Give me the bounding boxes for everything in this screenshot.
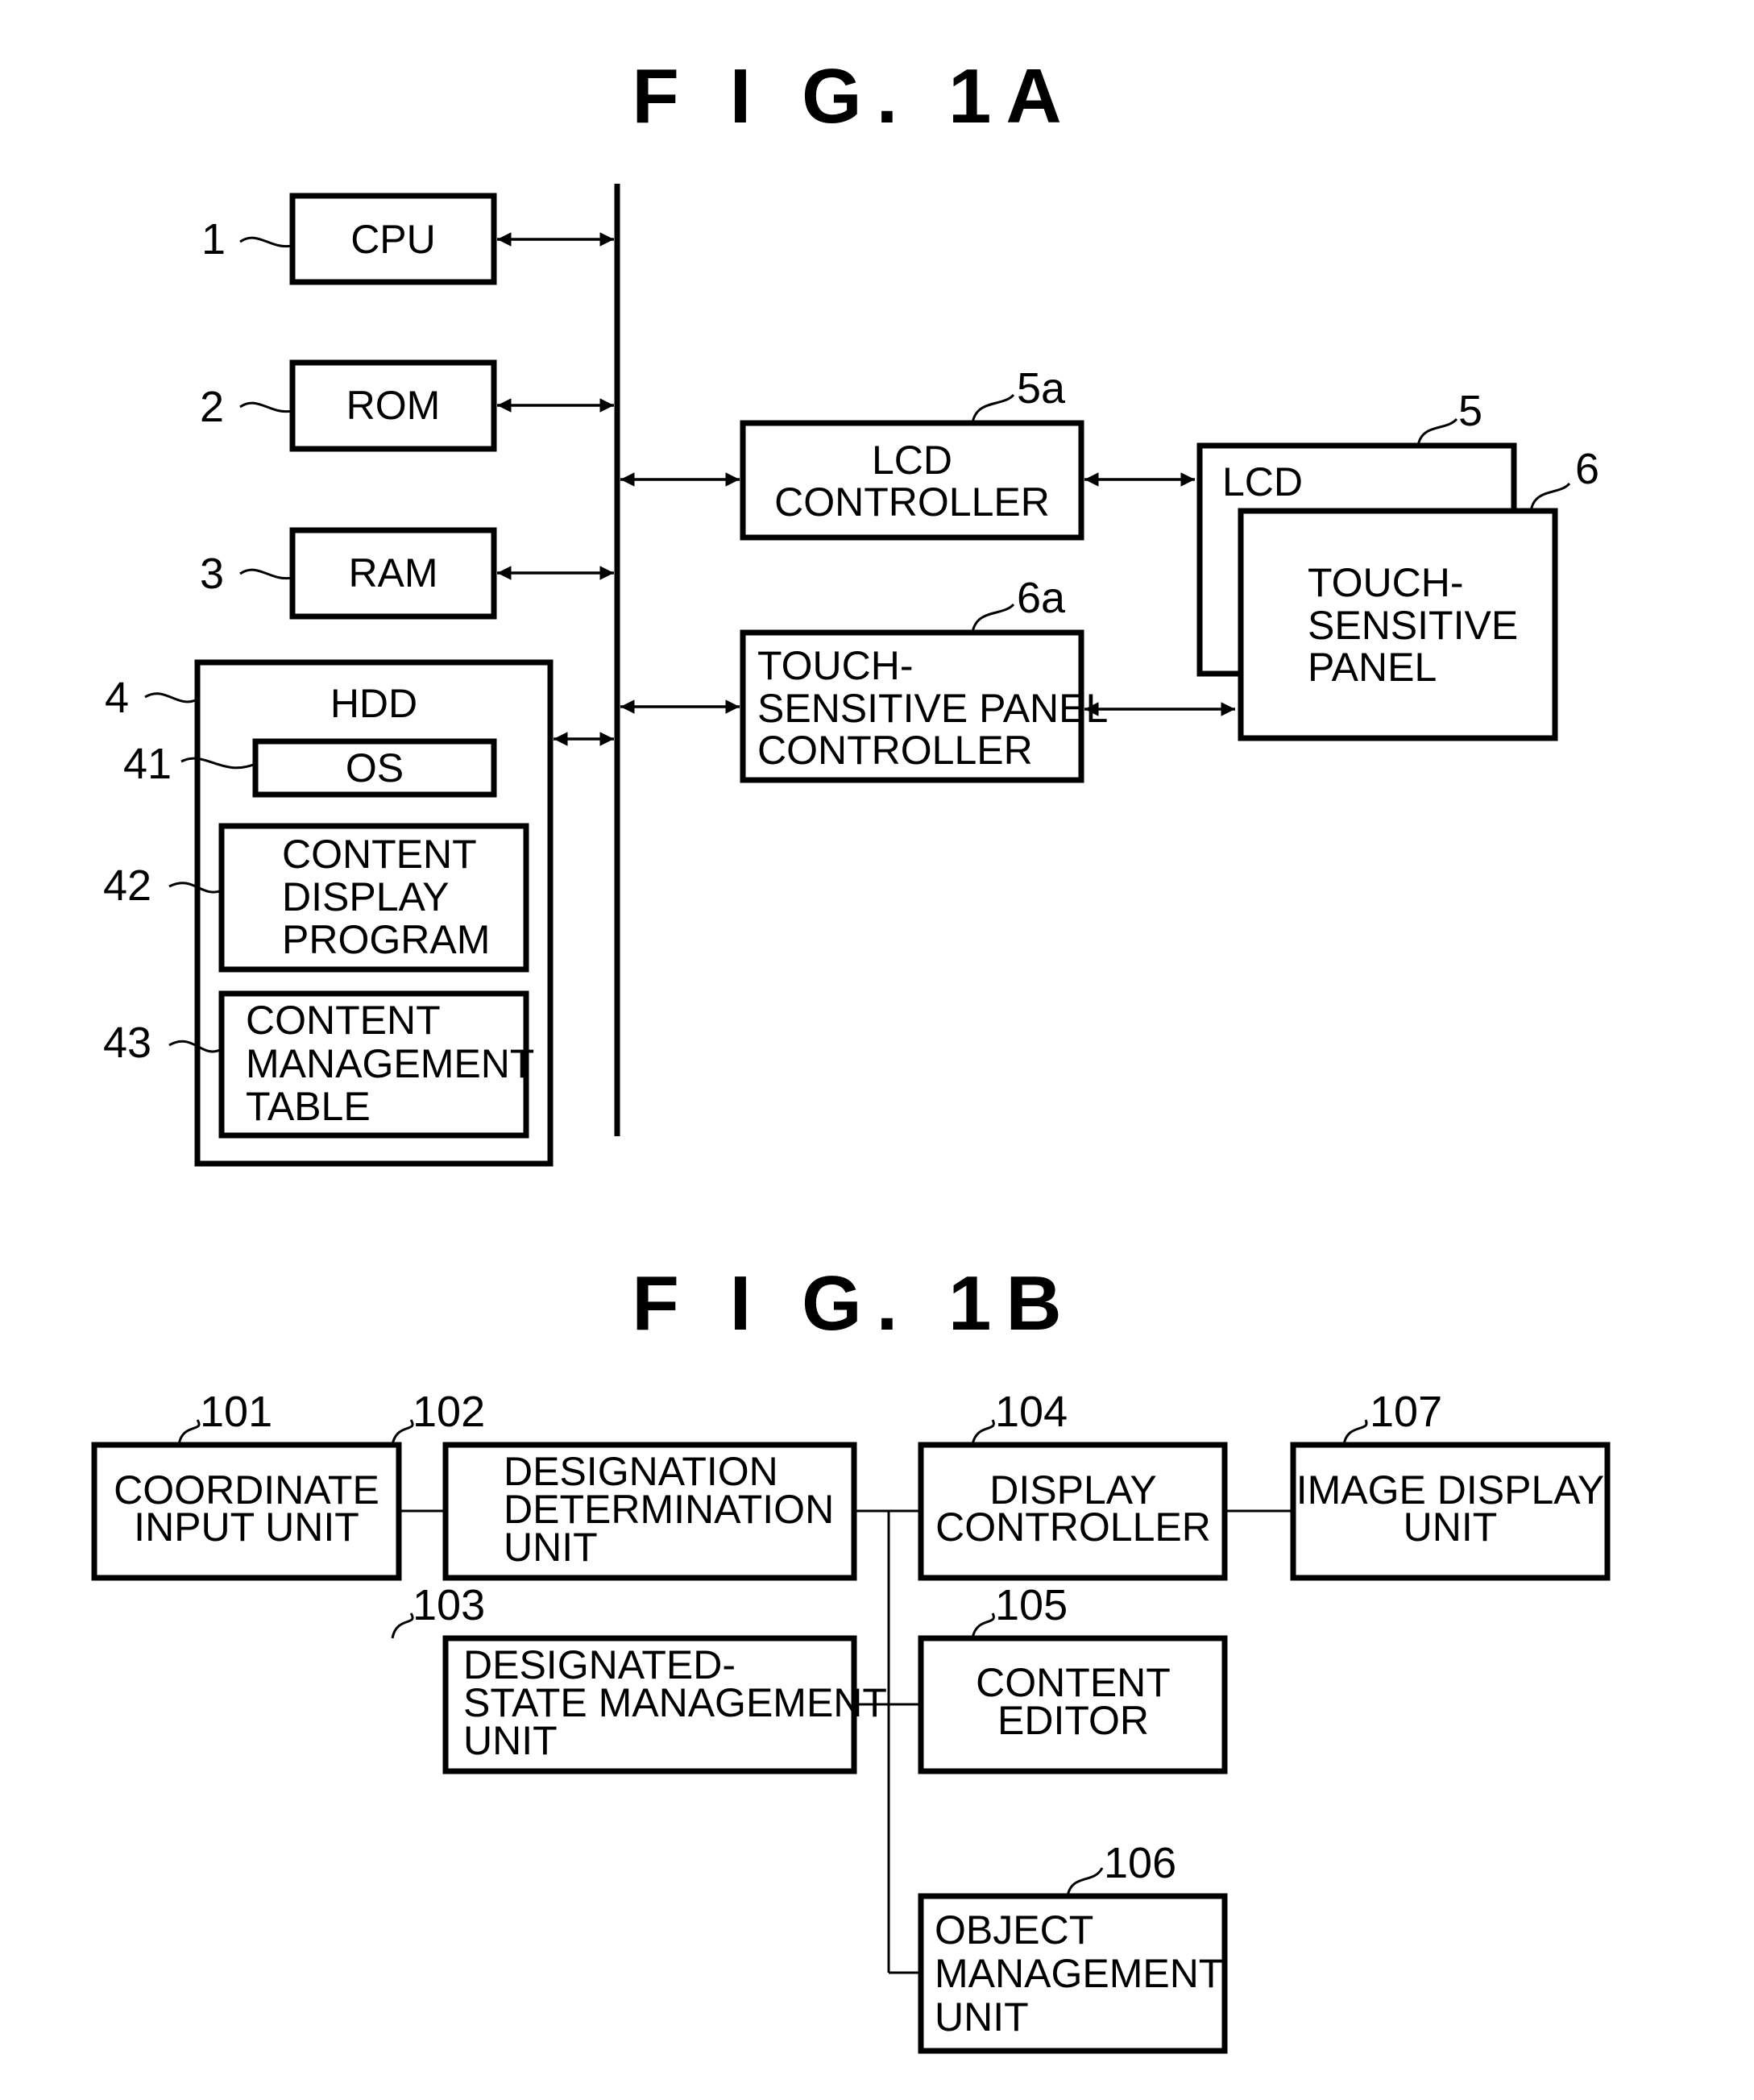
object-management-unit-line-2: MANAGEMENT	[935, 1951, 1223, 1996]
content-management-table-line-1: CONTENT	[246, 998, 441, 1043]
content-management-table-ref: 43	[103, 1019, 151, 1067]
rom-block: ROM 2	[200, 359, 614, 452]
touch-panel-controller-line-1: TOUCH-	[757, 643, 914, 688]
rom-ref: 2	[200, 383, 224, 431]
image-display-unit-ref: 107	[1370, 1388, 1442, 1436]
touch-panel-controller-block: TOUCH- SENSITIVE PANEL CONTROLLER 6a	[620, 574, 1235, 783]
designated-state-management-unit-ref: 103	[413, 1581, 485, 1629]
hdd-block: HDD 4 OS 41 CONTENT DISPLAY PROGRAM 42 C…	[103, 659, 614, 1167]
rom-label: ROM	[346, 383, 441, 428]
designation-determination-unit-line-3: UNIT	[504, 1525, 598, 1570]
coordinate-input-unit-leader	[177, 1419, 201, 1446]
coordinate-input-unit-block: COORDINATE INPUT UNIT 101	[91, 1388, 402, 1581]
patent-figure: F I G. 1A CPU 1 ROM 2 RAM 3 HDD 4 OS 41	[91, 53, 1611, 2054]
display-controller-block: DISPLAY CONTROLLER 104	[918, 1388, 1228, 1581]
cpu-ref: 1	[201, 215, 226, 264]
lcd-leader	[1416, 417, 1458, 446]
lcd-controller-line-2: CONTROLLER	[774, 479, 1050, 525]
ram-ref: 3	[200, 550, 224, 598]
content-editor-line-2: EDITOR	[997, 1698, 1149, 1743]
ram-block: RAM 3	[200, 527, 614, 620]
content-display-program-line-3: PROGRAM	[282, 917, 490, 962]
hdd-ref: 4	[105, 674, 129, 722]
content-management-table-line-3: TABLE	[246, 1084, 371, 1129]
touch-panel-line-1: TOUCH-	[1308, 560, 1464, 605]
content-display-program-line-2: DISPLAY	[282, 874, 450, 919]
content-display-program-ref: 42	[103, 861, 151, 910]
lcd-label: LCD	[1222, 459, 1303, 504]
touch-panel-controller-ref: 6a	[1017, 574, 1066, 622]
ram-label: RAM	[348, 550, 437, 596]
content-management-table-line-2: MANAGEMENT	[246, 1041, 534, 1086]
ram-leader	[239, 568, 293, 580]
fig-1b-title: F I G. 1B	[632, 1260, 1076, 1347]
object-management-unit-line-1: OBJECT	[935, 1907, 1093, 1953]
touch-panel-ref: 6	[1575, 445, 1599, 493]
fig-1a-title: F I G. 1A	[632, 53, 1076, 139]
content-display-program-line-1: CONTENT	[282, 832, 477, 877]
designation-determination-unit-block: DESIGNATION DETERMINATION UNIT 102	[391, 1388, 857, 1581]
content-editor-leader	[971, 1612, 995, 1639]
object-management-unit-leader	[1066, 1867, 1104, 1897]
lcd-controller-line-1: LCD	[872, 438, 952, 483]
touch-panel-leader	[1529, 482, 1571, 512]
cpu-block: CPU 1	[201, 193, 614, 285]
image-display-unit-leader	[1342, 1419, 1368, 1446]
hdd-leader	[144, 692, 198, 703]
touch-panel-controller-line-2: SENSITIVE PANEL	[757, 686, 1108, 731]
rom-leader	[239, 401, 293, 413]
lcd-controller-ref: 5a	[1017, 364, 1066, 413]
touch-panel-controller-line-3: CONTROLLER	[757, 728, 1033, 773]
touch-panel-controller-leader	[971, 603, 1015, 633]
display-controller-line-2: CONTROLLER	[935, 1504, 1211, 1550]
designation-determination-unit-leader	[391, 1419, 414, 1446]
object-management-unit-ref: 106	[1104, 1839, 1176, 1887]
object-management-unit-block: OBJECT MANAGEMENT UNIT 106	[918, 1839, 1228, 2054]
designated-state-management-unit-line-3: UNIT	[463, 1718, 558, 1763]
touch-panel-line-2: SENSITIVE	[1308, 603, 1518, 648]
display-controller-leader	[971, 1419, 995, 1446]
image-display-unit-block: IMAGE DISPLAY UNIT 107	[1290, 1388, 1611, 1581]
designation-determination-unit-ref: 102	[413, 1388, 485, 1436]
content-editor-ref: 105	[995, 1581, 1068, 1629]
designated-state-management-unit-leader	[391, 1612, 414, 1639]
lcd-controller-block: LCD CONTROLLER 5a	[620, 364, 1195, 541]
touch-panel-line-3: PANEL	[1308, 645, 1437, 690]
cpu-label: CPU	[350, 217, 436, 262]
coordinate-input-unit-line-2: INPUT UNIT	[134, 1504, 359, 1550]
content-editor-block: CONTENT EDITOR 105	[918, 1581, 1228, 1774]
os-label: OS	[346, 745, 404, 791]
image-display-unit-line-2: UNIT	[1404, 1504, 1498, 1550]
coordinate-input-unit-ref: 101	[200, 1388, 272, 1436]
lcd-ref: 5	[1458, 387, 1482, 435]
display-controller-ref: 104	[995, 1388, 1068, 1436]
object-management-unit-line-3: UNIT	[935, 1994, 1029, 2040]
cpu-leader	[239, 236, 293, 248]
hdd-label: HDD	[330, 681, 417, 726]
designated-state-management-unit-block: DESIGNATED- STATE MANAGEMENT UNIT 103	[391, 1581, 887, 1774]
os-ref: 41	[123, 740, 172, 788]
lcd-controller-leader	[971, 393, 1015, 424]
